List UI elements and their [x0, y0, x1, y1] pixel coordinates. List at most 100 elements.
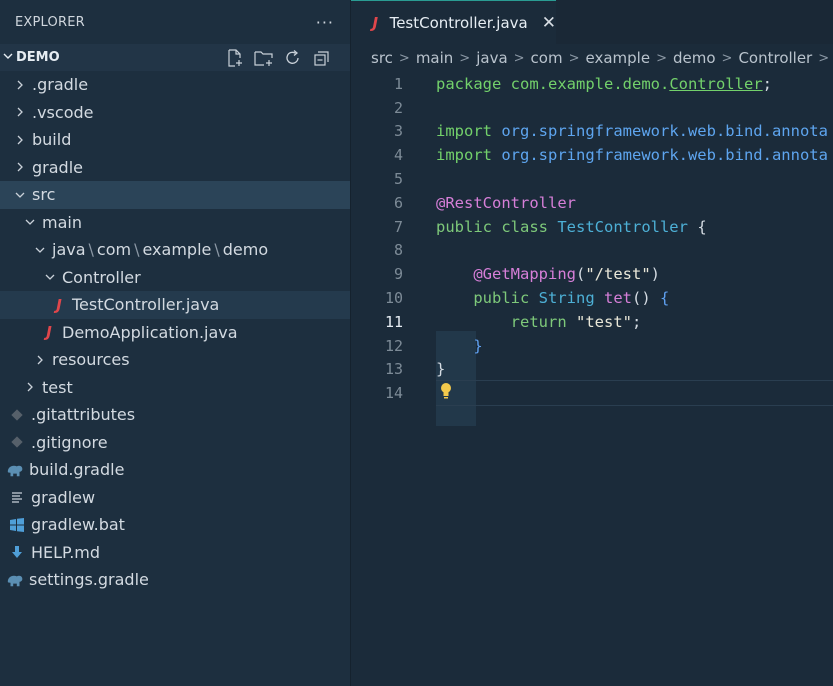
token-method: tet: [604, 289, 633, 308]
tree-item-label: test: [42, 377, 73, 397]
explorer-sidebar: EXPLORER ··· DEMO .gradle .vscode build …: [0, 0, 351, 686]
tab-testcontroller[interactable]: J TestController.java ✕: [351, 0, 556, 44]
close-icon[interactable]: ✕: [542, 13, 556, 33]
workspace-section-header[interactable]: DEMO: [0, 44, 350, 71]
chevron-down-icon: [32, 245, 48, 255]
path-separator: \: [88, 240, 94, 260]
breadcrumb-item[interactable]: example: [586, 49, 651, 67]
chevron-right-icon: [12, 162, 28, 172]
editor-tab-bar: J TestController.java ✕: [351, 0, 833, 44]
breadcrumb-item[interactable]: Controller: [738, 49, 812, 67]
tree-folder-test[interactable]: test: [0, 374, 350, 402]
tree-file-settings-gradle[interactable]: settings.gradle: [0, 566, 350, 594]
tree-folder-gradle[interactable]: gradle: [0, 154, 350, 182]
java-file-icon: J: [372, 13, 379, 32]
token-package: Controller: [669, 74, 763, 93]
tree-item-label: .vscode: [32, 102, 94, 122]
line-number: 3: [393, 122, 403, 141]
chevron-right-icon: [12, 107, 28, 117]
tree-folder-resources[interactable]: resources: [0, 346, 350, 374]
explorer-header: EXPLORER ···: [0, 0, 350, 44]
line-number: 10: [384, 289, 403, 308]
token-punct: ): [650, 265, 660, 284]
chevron-right-icon: >: [459, 50, 471, 66]
windows-icon: [8, 517, 26, 533]
explorer-title: EXPLORER: [15, 14, 85, 30]
path-segment: java: [52, 240, 86, 260]
line-number: 1: [393, 74, 403, 93]
tree-folder-controller[interactable]: Controller: [0, 264, 350, 292]
tree-item-label: build.gradle: [29, 460, 125, 480]
lightbulb-icon[interactable]: [439, 382, 453, 404]
token-keyword: public class: [436, 217, 548, 236]
java-file-icon: J: [56, 295, 62, 314]
tree-file-gitignore[interactable]: .gitignore: [0, 429, 350, 457]
code-editor[interactable]: 1 package com.example.demo. Controller; 2 …: [351, 72, 833, 426]
tree-file-gradlew[interactable]: gradlew: [0, 484, 350, 512]
tree-item-label: resources: [52, 350, 130, 370]
git-icon: [8, 408, 26, 422]
tree-file-testcontroller[interactable]: J TestController.java: [0, 291, 350, 319]
tree-folder-src[interactable]: src: [0, 181, 350, 209]
new-folder-icon[interactable]: [254, 48, 274, 68]
new-file-icon[interactable]: [225, 48, 245, 68]
chevron-right-icon: [32, 355, 48, 365]
path-separator: \: [134, 240, 140, 260]
breadcrumb-item[interactable]: src: [371, 49, 393, 67]
token-keyword: return: [510, 312, 567, 331]
line-number: 7: [393, 217, 403, 236]
token-punct: ;: [762, 74, 772, 93]
breadcrumb-item[interactable]: demo: [673, 49, 716, 67]
path-segment: com: [96, 240, 132, 260]
tree-folder-gradle-hidden[interactable]: .gradle: [0, 71, 350, 99]
breadcrumb-item[interactable]: com: [531, 49, 563, 67]
tree-item-label: gradle: [32, 157, 83, 177]
tree-item-label: .gradle: [32, 75, 89, 95]
breadcrumb-item[interactable]: java: [476, 49, 507, 67]
chevron-down-icon: [2, 50, 14, 66]
file-tree: .gradle .vscode build gradle src main ja…: [0, 71, 350, 594]
refresh-icon[interactable]: [283, 48, 303, 68]
tree-folder-main[interactable]: main: [0, 209, 350, 237]
token-keyword: package: [436, 74, 502, 93]
collapse-all-icon[interactable]: [312, 48, 332, 68]
git-icon: [8, 435, 26, 449]
tree-file-gradlew-bat[interactable]: gradlew.bat: [0, 511, 350, 539]
line-number: 4: [393, 146, 403, 165]
chevron-right-icon: >: [818, 50, 830, 66]
tree-file-gitattributes[interactable]: .gitattributes: [0, 401, 350, 429]
line-number: 6: [393, 193, 403, 212]
chevron-right-icon: >: [721, 50, 733, 66]
tree-file-demoapplication[interactable]: J DemoApplication.java: [0, 319, 350, 347]
token-import-path: org.springframework.web.bind.annota: [501, 146, 828, 165]
tree-folder-java-package[interactable]: java \ com \ example \ demo: [0, 236, 350, 264]
token-class: TestController: [557, 217, 688, 236]
tab-label: TestController.java: [389, 13, 528, 32]
tree-item-label: gradlew.bat: [31, 515, 125, 535]
more-actions-icon[interactable]: ···: [316, 13, 334, 32]
java-file-icon: J: [46, 323, 52, 342]
code-line: 3 import org.springframework.web.bind.ann…: [351, 120, 833, 144]
tree-file-help-md[interactable]: HELP.md: [0, 539, 350, 567]
tree-folder-build[interactable]: build: [0, 126, 350, 154]
token-punct: ;: [632, 312, 642, 331]
token-punct: (: [575, 265, 586, 284]
tree-item-label: build: [32, 130, 72, 150]
tree-folder-vscode[interactable]: .vscode: [0, 99, 350, 127]
chevron-right-icon: [12, 80, 28, 90]
code-line: 2: [351, 96, 833, 120]
breadcrumb-item[interactable]: main: [416, 49, 453, 67]
tree-file-build-gradle[interactable]: build.gradle: [0, 456, 350, 484]
chevron-right-icon: [22, 382, 38, 392]
code-line: 5: [351, 167, 833, 191]
token-keyword: import: [436, 122, 492, 141]
tree-item-label: .gitattributes: [31, 405, 136, 425]
chevron-down-icon: [12, 190, 28, 200]
tree-item-label: HELP.md: [31, 542, 101, 562]
gradle-elephant-icon: [6, 572, 24, 588]
markdown-down-arrow-icon: [8, 545, 26, 559]
line-number: 11: [384, 312, 403, 331]
editor-pane: J TestController.java ✕ src > main > java >…: [351, 0, 833, 686]
chevron-right-icon: >: [656, 50, 667, 66]
token-brace: {: [697, 217, 707, 236]
